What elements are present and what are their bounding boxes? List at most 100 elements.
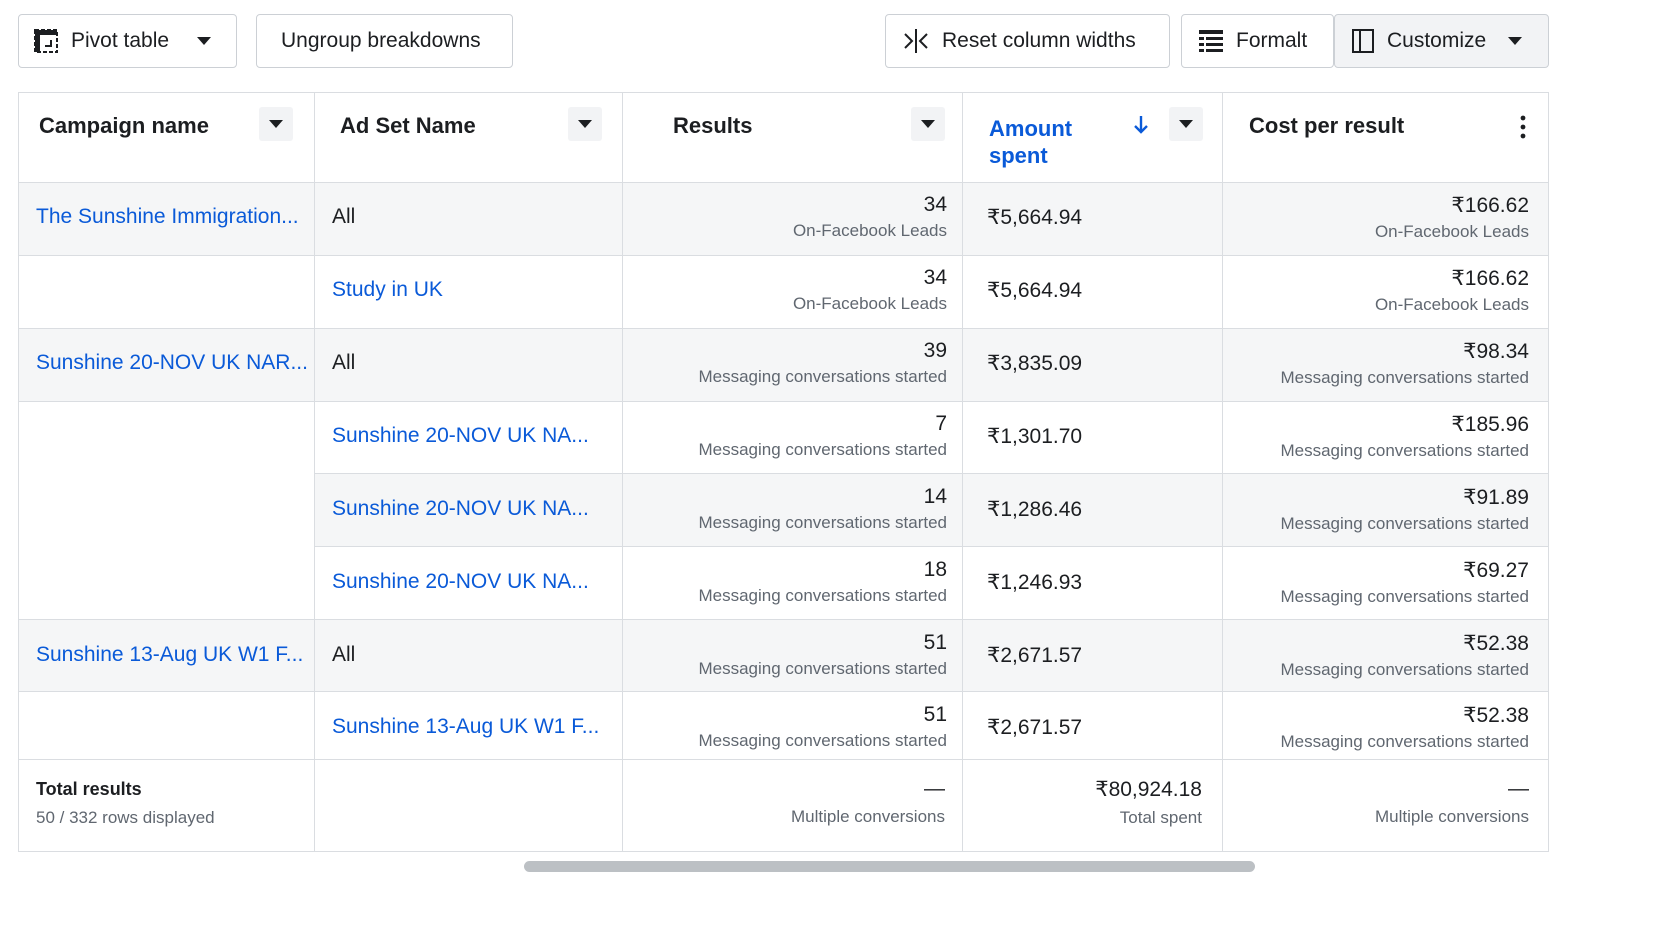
cost-per-result-cell: ₹166.62 On-Facebook Leads (1229, 266, 1529, 315)
pivot-table-label: Pivot table (71, 29, 170, 52)
column-header-cost-per-result[interactable]: Cost per result (1229, 93, 1489, 182)
results-value: 51 (923, 703, 947, 726)
cost-per-result-cell: ₹69.27 Messaging conversations started (1229, 558, 1529, 607)
cost-per-result-value: ₹166.62 (1451, 194, 1529, 217)
column-divider (622, 93, 623, 851)
cost-per-result-cell: ₹52.38 Messaging conversations started (1229, 631, 1529, 680)
cost-per-result-value: ₹166.62 (1451, 267, 1529, 290)
column-divider (314, 93, 315, 851)
results-cell: 34 On-Facebook Leads (629, 266, 947, 314)
cost-per-result-value: ₹185.96 (1451, 413, 1529, 436)
results-type: Messaging conversations started (698, 440, 947, 459)
reset-column-widths-button[interactable]: Reset column widths (885, 14, 1170, 68)
results-cell: 14 Messaging conversations started (629, 485, 947, 533)
cost-per-result-cell: ₹166.62 On-Facebook Leads (1229, 193, 1529, 242)
cost-per-result-value: ₹91.89 (1463, 486, 1529, 509)
reset-column-widths-label: Reset column widths (942, 29, 1136, 52)
totals-results-cell: — Multiple conversions (629, 777, 945, 827)
campaign-name-link[interactable]: Sunshine 20-NOV UK NAR... (36, 351, 311, 375)
format-button[interactable]: Formalt (1181, 14, 1334, 68)
pivot-table-icon (34, 29, 58, 53)
row-divider (314, 546, 1548, 547)
column-header-results[interactable]: Results (653, 93, 933, 182)
data-table: Campaign name Ad Set Name Results Amount… (18, 92, 1549, 852)
column-panel-icon (1352, 29, 1374, 53)
results-cell: 51 Messaging conversations started (629, 631, 947, 679)
totals-amount-cell: ₹80,924.18 Total spent (969, 777, 1202, 828)
cost-per-result-type: Messaging conversations started (1280, 587, 1529, 606)
results-value: 39 (923, 339, 947, 362)
format-label: Formalt (1236, 29, 1308, 52)
results-cell: 7 Messaging conversations started (629, 412, 947, 460)
rows-displayed-count: 50 / 332 rows displayed (36, 808, 215, 827)
results-value: 14 (923, 485, 947, 508)
cost-per-result-type: Messaging conversations started (1280, 441, 1529, 460)
row-divider (19, 255, 1548, 256)
amount-spent-value: ₹3,835.09 (987, 352, 1083, 375)
cost-per-result-type: Messaging conversations started (1280, 660, 1529, 679)
resize-columns-icon (904, 29, 928, 53)
chevron-down-icon (197, 37, 212, 45)
results-value: 34 (923, 193, 947, 216)
column-header-amount[interactable]: Amount spent (969, 93, 1099, 182)
results-value: 51 (923, 631, 947, 654)
amount-spent-value: ₹2,671.57 (987, 644, 1083, 667)
row-divider (19, 691, 1548, 692)
results-cell: 51 Messaging conversations started (629, 703, 947, 751)
row-divider (314, 473, 1548, 474)
totals-results-type: Multiple conversions (790, 807, 945, 826)
adset-name-link[interactable]: Sunshine 20-NOV UK NA... (332, 570, 612, 594)
chevron-down-icon (269, 120, 283, 128)
row-divider (19, 328, 1548, 329)
results-column-dropdown[interactable] (911, 107, 945, 141)
adset-name-link[interactable]: Sunshine 20-NOV UK NA... (332, 497, 612, 521)
results-type: Messaging conversations started (698, 513, 947, 532)
adset-name-link[interactable]: Sunshine 20-NOV UK NA... (332, 424, 612, 448)
results-cell: 39 Messaging conversations started (629, 339, 947, 387)
amount-spent-value: ₹1,246.93 (987, 571, 1083, 594)
row-divider (19, 182, 1548, 183)
cost-per-result-type: On-Facebook Leads (1374, 222, 1529, 241)
campaign-name-link[interactable]: The Sunshine Immigration... (36, 205, 311, 229)
cost-per-result-cell: ₹91.89 Messaging conversations started (1229, 485, 1529, 534)
pivot-table-button[interactable]: Pivot table (18, 14, 237, 68)
amount-spent-value: ₹2,671.57 (987, 716, 1083, 739)
cost-per-result-cell: ₹185.96 Messaging conversations started (1229, 412, 1529, 461)
ungroup-breakdowns-label: Ungroup breakdowns (281, 29, 481, 52)
amount-spent-value: ₹1,301.70 (987, 425, 1083, 448)
cost-per-result-value: ₹98.34 (1463, 340, 1529, 363)
cost-per-result-type: Messaging conversations started (1280, 368, 1529, 387)
cost-per-result-type: Messaging conversations started (1280, 732, 1529, 751)
adset-name: All (332, 351, 356, 374)
results-value: 7 (935, 412, 947, 435)
column-divider (1222, 93, 1223, 851)
ungroup-breakdowns-button[interactable]: Ungroup breakdowns (256, 14, 513, 68)
cost-per-result-type: On-Facebook Leads (1374, 295, 1529, 314)
results-type: Messaging conversations started (698, 659, 947, 678)
results-type: On-Facebook Leads (792, 294, 947, 313)
campaign-column-dropdown[interactable] (259, 107, 293, 141)
row-divider (19, 401, 1548, 402)
row-divider (19, 619, 1548, 620)
results-type: On-Facebook Leads (792, 221, 947, 240)
cost-per-result-value: ₹52.38 (1463, 632, 1529, 655)
sort-descending-icon[interactable] (1133, 115, 1149, 135)
more-options-icon[interactable] (1519, 115, 1527, 139)
adset-name-link[interactable]: Study in UK (332, 278, 612, 302)
chevron-down-icon (1179, 120, 1193, 128)
customize-label: Customize (1387, 29, 1487, 52)
horizontal-scrollbar[interactable] (524, 861, 1255, 872)
chevron-down-icon (1508, 37, 1523, 45)
adset-name-link[interactable]: Sunshine 13-Aug UK W1 F... (332, 715, 612, 739)
adset-column-dropdown[interactable] (568, 107, 602, 141)
results-type: Messaging conversations started (698, 367, 947, 386)
campaign-name-link[interactable]: Sunshine 13-Aug UK W1 F... (36, 643, 311, 667)
amount-column-dropdown[interactable] (1169, 107, 1203, 141)
column-header-label: Results (673, 113, 753, 138)
chevron-down-icon (921, 120, 935, 128)
totals-cost-per-result-type: Multiple conversions (1374, 807, 1529, 826)
amount-spent-value: ₹1,286.46 (987, 498, 1083, 521)
chevron-down-icon (578, 120, 592, 128)
results-value: 34 (923, 266, 947, 289)
customize-button[interactable]: Customize (1334, 14, 1549, 68)
